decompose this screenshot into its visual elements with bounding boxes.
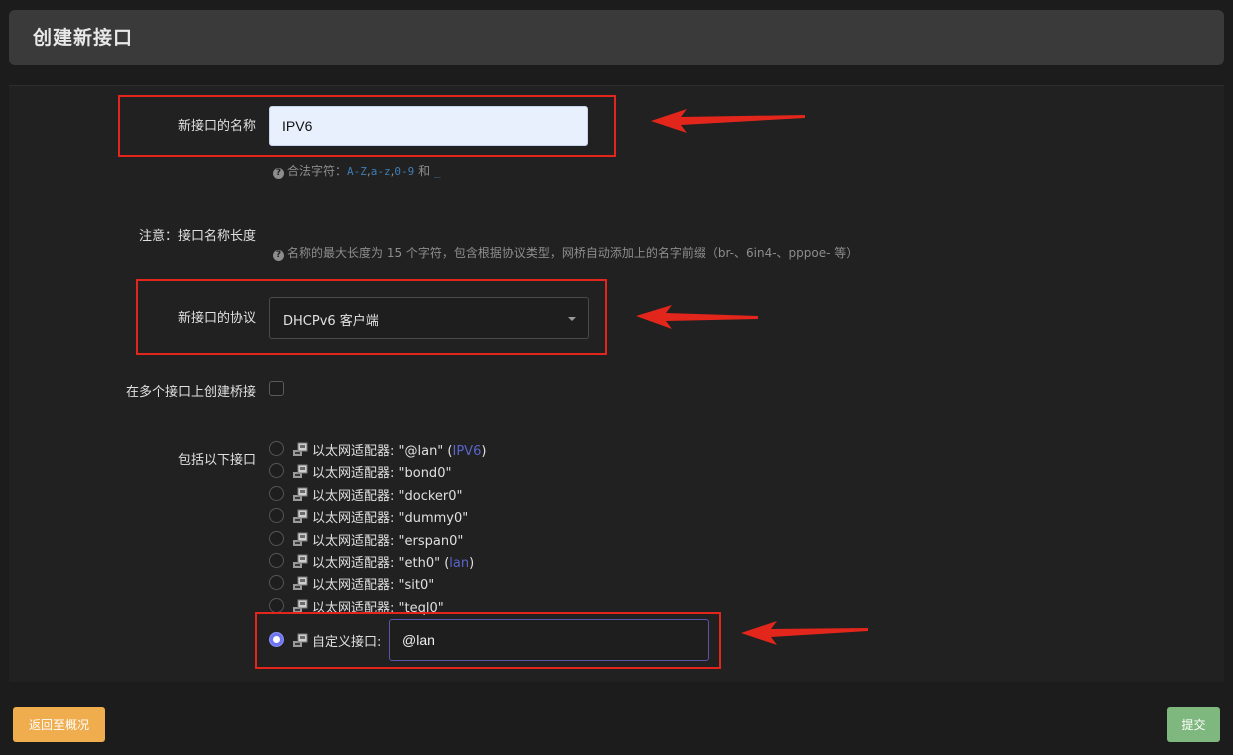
interface-radio[interactable]: [269, 598, 284, 613]
network-name: IPV6: [452, 444, 482, 459]
ethernet-adapter-icon: [293, 509, 308, 523]
interface-option-label: 以太网适配器: "dummy0": [312, 511, 469, 526]
interface-radio[interactable]: [269, 486, 284, 501]
submit-button[interactable]: 提交: [1167, 707, 1220, 742]
bridge-checkbox[interactable]: [269, 381, 284, 396]
annotation-box-name: [118, 95, 616, 157]
note-label: 注意：接口名称长度: [138, 229, 256, 244]
annotation-arrow-custom: [741, 621, 868, 645]
ethernet-adapter-icon: [293, 532, 308, 546]
annotation-box-protocol: [136, 279, 607, 355]
interface-option-label: 以太网适配器: "@lan" (IPV6): [312, 444, 487, 459]
interface-radio[interactable]: [269, 575, 284, 590]
ethernet-adapter-icon: [293, 576, 308, 590]
back-to-overview-button[interactable]: 返回至概况: [13, 707, 105, 742]
network-name: lan: [449, 556, 470, 571]
help-icon: ?: [273, 250, 284, 261]
page-title: 创建新接口: [33, 27, 134, 49]
annotation-arrow-protocol: [636, 305, 758, 329]
interface-radio[interactable]: [269, 553, 284, 568]
ethernet-adapter-icon: [293, 554, 308, 568]
interfaces-label: 包括以下接口: [177, 453, 256, 468]
ethernet-adapter-icon: [293, 464, 308, 478]
annotation-box-custom: [255, 612, 721, 669]
ethernet-adapter-icon: [293, 487, 308, 501]
interface-radio[interactable]: [269, 508, 284, 523]
page-header: 创建新接口: [9, 10, 1224, 65]
interface-radio[interactable]: [269, 463, 284, 478]
interface-radio[interactable]: [269, 531, 284, 546]
ethernet-adapter-icon: [293, 442, 308, 456]
interface-option-label: 以太网适配器: "sit0": [312, 578, 435, 593]
annotation-arrow-name: [651, 109, 805, 133]
interface-radio[interactable]: [269, 441, 284, 456]
note-hint: ? 名称的最大长度为 15 个字符，包含根据协议类型，网桥自动添加上的名字前缀（b…: [273, 244, 858, 261]
help-icon: ?: [273, 168, 284, 179]
name-hint: ? 合法字符：A-Z,a-z,0-9 和 _: [273, 162, 441, 179]
bridge-label: 在多个接口上创建桥接: [125, 385, 256, 400]
interface-option-label: 以太网适配器: "bond0": [312, 466, 452, 481]
interface-option-label: 以太网适配器: "eth0" (lan): [312, 556, 475, 571]
interface-option-label: 以太网适配器: "erspan0": [312, 534, 464, 549]
interface-option-label: 以太网适配器: "docker0": [312, 489, 463, 504]
